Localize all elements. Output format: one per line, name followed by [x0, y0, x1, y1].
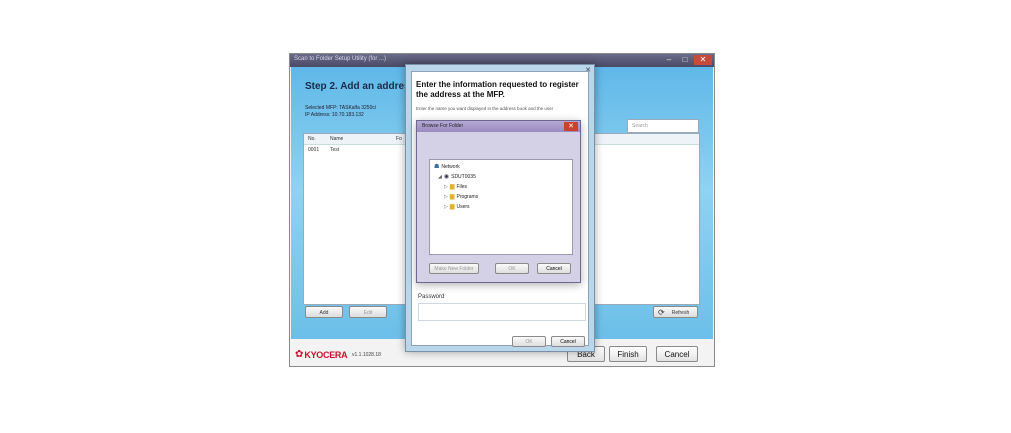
window-controls: – □ ✕: [662, 55, 712, 65]
cancel-button[interactable]: Cancel: [537, 263, 571, 274]
folder-tree[interactable]: ☗ Network ◢ ◉ SDUT0035 ▷ ▆ Files ▷ ▆ Pro…: [429, 159, 573, 255]
column-header[interactable]: Fo: [396, 136, 402, 142]
kyocera-logo: ✿ KYOCERA: [295, 349, 348, 360]
tree-node-label: Users: [456, 204, 470, 210]
ip-address: IP Address: 10.70.183.132: [305, 112, 364, 118]
tree-node-label: SDUT0035: [451, 174, 476, 180]
dialog-description: Enter the name you want displayed in the…: [416, 106, 554, 111]
ok-button[interactable]: OK: [495, 263, 529, 274]
ok-button[interactable]: OK: [512, 336, 546, 347]
refresh-button[interactable]: ⟳ Refresh: [653, 306, 698, 318]
collapse-icon[interactable]: ◢: [438, 174, 442, 180]
bff-titlebar: Browse For Folder ✕: [417, 121, 580, 132]
column-header[interactable]: No.: [308, 136, 316, 142]
table-cell: Test: [330, 147, 340, 153]
tree-node-label: Network: [441, 164, 460, 170]
search-input[interactable]: Search: [627, 119, 699, 133]
dialog-heading: Enter the information requested to regis…: [416, 80, 579, 99]
folder-icon: ▆: [449, 194, 455, 200]
tree-node-label: Programs: [456, 194, 479, 200]
folder-icon: ▆: [449, 204, 455, 210]
tree-node-folder[interactable]: ▷ ▆ Users: [444, 204, 470, 210]
computer-icon: ◉: [443, 174, 450, 180]
kyocera-logo-icon: ✿: [295, 349, 304, 360]
search-placeholder: Search: [632, 123, 648, 129]
folder-icon: ▆: [449, 184, 455, 190]
make-new-folder-button[interactable]: Make New Folder: [429, 263, 479, 274]
bff-title: Browse For Folder: [422, 123, 464, 129]
column-header[interactable]: Name: [330, 136, 343, 142]
logo-text: KYOCERA: [304, 349, 348, 360]
tree-node-folder[interactable]: ▷ ▆ Programs: [444, 194, 478, 200]
refresh-icon: ⟳: [658, 308, 665, 317]
minimize-icon[interactable]: –: [662, 55, 676, 65]
wizard-title: Scan to Folder Setup Utility (for ...): [294, 56, 387, 62]
selected-mfp: Selected MFP: TASKalfa 3250ci: [305, 105, 376, 111]
table-cell: 0001: [308, 147, 320, 153]
close-icon[interactable]: ✕: [564, 122, 578, 131]
add-button[interactable]: Add: [305, 306, 343, 318]
version-label: v1.1.1028.18: [352, 352, 381, 358]
expand-icon[interactable]: ▷: [444, 194, 448, 200]
refresh-label: Refresh: [671, 310, 690, 316]
network-icon: ☗: [434, 164, 440, 170]
tree-node-label: Files: [456, 184, 468, 190]
finish-button[interactable]: Finish: [609, 346, 647, 362]
edit-button[interactable]: Edit: [349, 306, 387, 318]
cancel-button[interactable]: Cancel: [551, 336, 585, 347]
password-field[interactable]: [418, 303, 586, 321]
password-label: Password: [418, 294, 445, 300]
tree-node-folder[interactable]: ▷ ▆ Files: [444, 184, 467, 190]
browse-for-folder-dialog: Browse For Folder ✕ ☗ Network ◢ ◉ SDUT00…: [416, 120, 581, 283]
tree-node-network[interactable]: ☗ Network: [434, 164, 460, 170]
maximize-icon[interactable]: □: [678, 55, 692, 65]
cancel-button[interactable]: Cancel: [656, 346, 698, 362]
expand-icon[interactable]: ▷: [444, 184, 448, 190]
tree-node-computer[interactable]: ◢ ◉ SDUT0035: [438, 174, 476, 180]
close-icon[interactable]: ✕: [694, 55, 712, 65]
expand-icon[interactable]: ▷: [444, 204, 448, 210]
